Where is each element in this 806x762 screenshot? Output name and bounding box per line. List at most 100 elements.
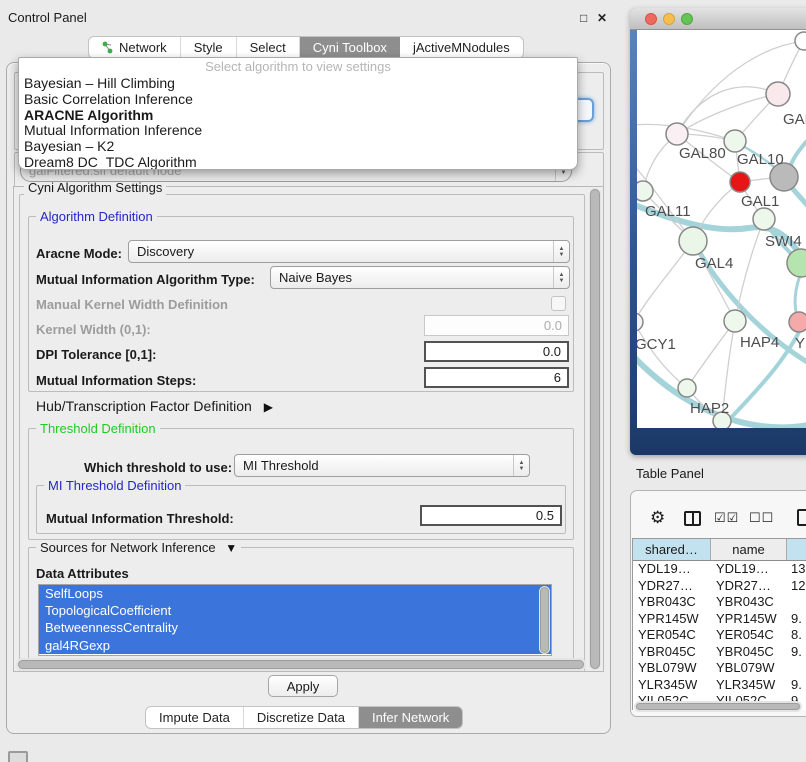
table-horizontal-scrollbar[interactable] bbox=[634, 701, 802, 712]
table-cell[interactable]: YDR27… bbox=[711, 578, 787, 595]
data-attribute-item[interactable]: BetweennessCentrality bbox=[39, 619, 551, 636]
table-cell[interactable]: 9. bbox=[787, 611, 806, 628]
table-row[interactable]: YLR345WYLR345W9. bbox=[633, 677, 806, 694]
list-scrollbar[interactable] bbox=[539, 586, 550, 654]
table-cell[interactable]: 13 bbox=[787, 561, 806, 578]
algorithm-option[interactable]: Bayesian – K2 bbox=[19, 139, 577, 155]
apply-button[interactable]: Apply bbox=[268, 675, 338, 697]
float-window-icon[interactable]: □ bbox=[580, 11, 587, 25]
tab-label: Discretize Data bbox=[257, 710, 345, 725]
network-node[interactable] bbox=[724, 130, 746, 152]
network-node[interactable] bbox=[730, 172, 750, 192]
table-row[interactable]: YBL079WYBL079W bbox=[633, 660, 806, 677]
sources-group-title[interactable]: Sources for Network Inference ▼ bbox=[36, 540, 241, 555]
algorithm-option-list: Bayesian – Hill ClimbingBasic Correlatio… bbox=[19, 76, 577, 170]
tab-discretize-data[interactable]: Discretize Data bbox=[244, 707, 359, 728]
network-edge[interactable] bbox=[677, 94, 778, 134]
minimize-traffic-light[interactable] bbox=[663, 13, 675, 25]
table-row[interactable]: YDR27…YDR27…12 bbox=[633, 578, 806, 595]
panel-title: Control Panel bbox=[8, 10, 87, 25]
algorithm-option[interactable]: Mutual Information Inference bbox=[19, 123, 577, 139]
table-cell[interactable]: YBR045C bbox=[633, 644, 711, 661]
algorithm-option[interactable]: Bayesian – Hill Climbing bbox=[19, 76, 577, 92]
node-label: SWI4 bbox=[765, 233, 802, 250]
table-row[interactable]: YBR045CYBR045C9. bbox=[633, 644, 806, 661]
tab-cyni-toolbox[interactable]: Cyni Toolbox bbox=[300, 37, 400, 58]
settings-vertical-scrollbar[interactable] bbox=[589, 188, 601, 670]
table-cell[interactable]: YER054C bbox=[633, 627, 711, 644]
table-panel-title: Table Panel bbox=[636, 466, 704, 481]
minimized-panel-icon[interactable] bbox=[8, 751, 28, 762]
network-node[interactable] bbox=[766, 82, 790, 106]
network-node[interactable] bbox=[666, 123, 688, 145]
table-cell[interactable]: YDR27… bbox=[633, 578, 711, 595]
tab-jactivemnodules[interactable]: jActiveMNodules bbox=[400, 37, 523, 58]
table-cell[interactable]: YBL079W bbox=[633, 660, 711, 677]
hub-definition-toggle[interactable]: Hub/Transcription Factor Definition ▶ bbox=[36, 398, 273, 414]
table-cell[interactable]: 8. bbox=[787, 627, 806, 644]
table-row[interactable]: YPR145WYPR145W9. bbox=[633, 611, 806, 628]
algorithm-option[interactable]: ARACNE Algorithm bbox=[19, 108, 577, 124]
column-header-cut[interactable] bbox=[787, 539, 806, 560]
data-attribute-item[interactable]: gal4RGexp bbox=[39, 637, 551, 654]
network-window-titlebar[interactable] bbox=[630, 8, 806, 30]
network-node[interactable] bbox=[753, 208, 775, 230]
settings-horizontal-scrollbar[interactable] bbox=[16, 658, 586, 671]
algorithm-option[interactable]: Dream8 DC_TDC Algorithm bbox=[19, 155, 577, 170]
network-node[interactable] bbox=[637, 181, 653, 201]
select-all-checks-icon[interactable]: ☑☑ bbox=[714, 510, 739, 526]
tab-style[interactable]: Style bbox=[181, 37, 237, 58]
table-cell[interactable]: 9. bbox=[787, 644, 806, 661]
table-cell[interactable]: YBR043C bbox=[711, 594, 787, 611]
algorithm-option[interactable]: Basic Correlation Inference bbox=[19, 92, 577, 108]
network-canvas[interactable]: GALGAL80GAL10GAL1GAL11SWI4GAL4GCY1HAP4YH… bbox=[637, 30, 806, 428]
tab-select[interactable]: Select bbox=[237, 37, 300, 58]
network-edge[interactable] bbox=[637, 322, 687, 388]
column-header-shared-name[interactable]: shared… bbox=[633, 539, 711, 560]
close-traffic-light[interactable] bbox=[645, 13, 657, 25]
network-node[interactable] bbox=[789, 312, 806, 332]
table-cell[interactable]: 9. bbox=[787, 677, 806, 694]
data-attributes-list[interactable]: SelfLoopsTopologicalCoefficientBetweenne… bbox=[38, 584, 552, 656]
gear-icon[interactable]: ⚙ bbox=[650, 508, 665, 528]
network-node[interactable] bbox=[679, 227, 707, 255]
network-node[interactable] bbox=[637, 313, 643, 331]
zoom-traffic-light[interactable] bbox=[681, 13, 693, 25]
network-edge[interactable] bbox=[687, 321, 735, 388]
algorithm-definition-title: Algorithm Definition bbox=[36, 209, 157, 224]
network-edge[interactable] bbox=[637, 241, 693, 322]
table-cell[interactable]: YBR045C bbox=[711, 644, 787, 661]
data-attributes-label: Data Attributes bbox=[36, 566, 129, 581]
table-cell[interactable]: YBR043C bbox=[633, 594, 711, 611]
network-node[interactable] bbox=[724, 310, 746, 332]
table-cell[interactable]: YLR345W bbox=[633, 677, 711, 694]
table-row[interactable]: YDL19…YDL19…13 bbox=[633, 561, 806, 578]
table-cell[interactable]: YDL19… bbox=[711, 561, 787, 578]
table-cell[interactable]: YLR345W bbox=[711, 677, 787, 694]
table-cell[interactable]: YPR145W bbox=[711, 611, 787, 628]
deselect-all-boxes-icon[interactable]: ☐☐ bbox=[749, 510, 774, 526]
data-attribute-item[interactable]: SelfLoops bbox=[39, 585, 551, 602]
table-cell[interactable]: YPR145W bbox=[633, 611, 711, 628]
table-cell[interactable] bbox=[787, 660, 806, 677]
tab-label: Style bbox=[194, 40, 223, 55]
tab-network[interactable]: Network bbox=[89, 37, 181, 58]
column-header-name[interactable]: name bbox=[711, 539, 787, 560]
table-cell[interactable]: YDL19… bbox=[633, 561, 711, 578]
tab-infer-network[interactable]: Infer Network bbox=[359, 707, 462, 728]
table-cell[interactable]: YER054C bbox=[711, 627, 787, 644]
close-icon[interactable]: ✕ bbox=[597, 11, 607, 25]
collapsed-triangle-icon: ▶ bbox=[264, 400, 273, 414]
data-attribute-item[interactable]: TopologicalCoefficient bbox=[39, 602, 551, 619]
table-cell[interactable]: 12 bbox=[787, 578, 806, 595]
table-row[interactable]: YER054CYER054C8. bbox=[633, 627, 806, 644]
popup-placeholder: Select algorithm to view settings bbox=[19, 58, 577, 76]
network-node[interactable] bbox=[678, 379, 696, 397]
table-row[interactable]: YBR043CYBR043C bbox=[633, 594, 806, 611]
table-cell[interactable] bbox=[787, 594, 806, 611]
tab-impute-data[interactable]: Impute Data bbox=[146, 707, 244, 728]
network-node[interactable] bbox=[795, 32, 806, 50]
table-cell[interactable]: YBL079W bbox=[711, 660, 787, 677]
split-columns-icon[interactable] bbox=[684, 511, 701, 526]
table-function-icon[interactable] bbox=[797, 509, 806, 526]
